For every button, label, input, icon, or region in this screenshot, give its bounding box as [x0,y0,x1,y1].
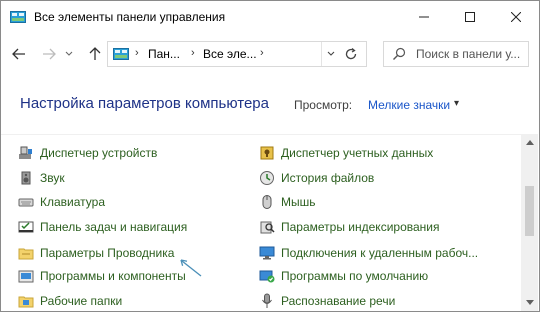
search-box[interactable]: Поиск в панели у... [383,41,529,67]
programs-icon [18,268,34,284]
page-title: Настройка параметров компьютера [20,95,269,112]
chevron-down-icon[interactable] [327,51,335,57]
view-label: Просмотр: [294,98,353,112]
item-taskbar[interactable]: Панель задач и навигация [18,217,187,237]
folder-options-icon [18,245,34,261]
scrollbar-thumb[interactable] [525,186,534,236]
device-manager-icon [18,145,34,161]
window-title: Все элементы панели управления [34,10,226,24]
breadcrumb-separator[interactable]: › [260,47,264,59]
item-credential-manager[interactable]: Диспетчер учетных данных [259,143,433,163]
mouse-icon [259,194,275,210]
maximize-icon [465,12,475,22]
breadcrumb-control-panel[interactable]: Пан... [148,47,180,61]
scroll-up-icon [525,140,534,145]
work-folders-icon [18,293,34,309]
refresh-icon [345,47,357,60]
item-default-programs[interactable]: Программы по умолчанию [259,266,428,286]
item-work-folders[interactable]: Рабочие папки [18,291,122,311]
file-history-icon [259,170,275,186]
forward-arrow-icon [43,48,56,60]
item-keyboard[interactable]: Клавиатура [18,192,105,212]
navigation-bar: › Пан... › Все эле... › Поиск в панели у… [1,38,539,70]
control-panel-icon [113,48,129,60]
item-device-manager[interactable]: Диспетчер устройств [18,143,157,163]
back-arrow-icon [12,48,25,60]
search-icon [393,47,406,60]
divider [321,42,322,66]
search-input[interactable]: Поиск в панели у... [416,47,520,61]
vertical-scrollbar[interactable] [521,134,538,311]
up-arrow-icon [89,47,101,60]
breadcrumb-separator[interactable]: › [191,47,195,59]
minimize-button[interactable] [401,1,447,33]
close-icon [511,12,521,22]
divider [1,134,521,135]
item-programs-features[interactable]: Программы и компоненты [18,266,186,286]
breadcrumb-all-items[interactable]: Все эле... [203,47,257,61]
pointer-arrow-icon [180,259,202,277]
default-programs-icon [259,268,275,284]
view-dropdown-arrow[interactable]: ▾ [454,98,459,109]
item-indexing-options[interactable]: Параметры индексирования [259,217,439,237]
view-mode-dropdown[interactable]: Мелкие значки [368,98,450,112]
credential-manager-icon [259,145,275,161]
item-sound[interactable]: Звук [18,168,65,188]
scroll-down-icon [525,300,534,305]
item-folder-options[interactable]: Параметры Проводника [18,243,174,263]
recent-locations-button[interactable] [63,42,75,66]
refresh-button[interactable] [340,44,362,64]
control-panel-window: Все элементы панели управления › Пан... … [0,0,540,312]
item-mouse[interactable]: Мышь [259,192,316,212]
item-file-history[interactable]: История файлов [259,168,374,188]
scroll-down-button[interactable] [521,294,538,311]
back-button[interactable] [9,42,29,66]
close-button[interactable] [493,1,539,33]
item-speech-recognition[interactable]: Распознавание речи [259,291,395,311]
breadcrumb-separator[interactable]: › [135,47,139,59]
indexing-icon [259,219,275,235]
forward-button[interactable] [39,42,59,66]
maximize-button[interactable] [447,1,493,33]
keyboard-icon [18,194,34,210]
scroll-up-button[interactable] [521,134,538,151]
control-panel-icon [10,11,26,23]
minimize-icon [419,16,429,18]
title-bar[interactable]: Все элементы панели управления [1,1,539,33]
taskbar-icon [18,219,34,235]
address-bar[interactable]: › Пан... › Все эле... › [107,41,367,67]
item-remote-desktop[interactable]: Подключения к удаленным рабоч... [259,243,478,263]
microphone-icon [259,293,275,309]
chevron-down-icon [65,51,73,56]
remote-desktop-icon [259,245,275,261]
speaker-icon [18,170,34,186]
up-button[interactable] [85,42,105,66]
